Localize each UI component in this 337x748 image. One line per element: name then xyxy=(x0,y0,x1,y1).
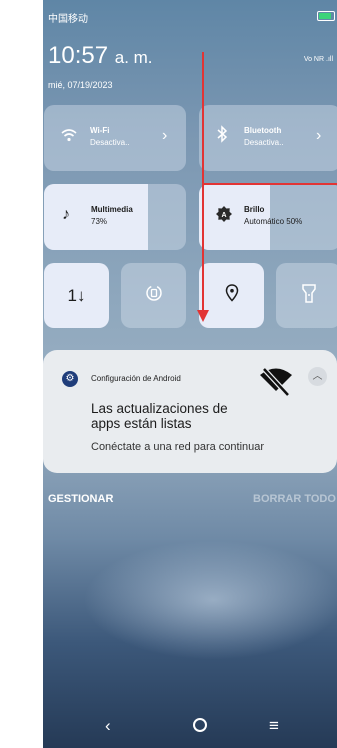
auto-rotate-toggle[interactable] xyxy=(121,263,186,328)
wifi-icon xyxy=(61,128,77,147)
brightness-tile[interactable]: A Brillo Automático 50% xyxy=(199,184,337,250)
notification-body: Conéctate a una red para continuar xyxy=(91,441,265,453)
chevron-right-icon[interactable]: › xyxy=(316,127,321,145)
notification-app-name: Configuración de Android xyxy=(91,374,181,383)
highlight-box-top xyxy=(202,183,337,185)
media-label: Multimedia xyxy=(91,205,133,214)
date-label: mié, 07/19/2023 xyxy=(48,80,113,90)
home-icon[interactable] xyxy=(193,718,207,732)
flashlight-toggle[interactable] xyxy=(276,263,337,328)
chevron-up-icon: ︿ xyxy=(312,371,323,382)
bluetooth-tile[interactable]: Bluetooth Desactiva.. › xyxy=(199,105,337,171)
back-icon[interactable]: ‹ xyxy=(105,716,111,736)
brightness-icon: A xyxy=(216,206,232,227)
wifi-state: Desactiva.. xyxy=(90,138,130,147)
brightness-label: Brillo xyxy=(244,205,265,214)
network-indicator: Vo NR .ıll xyxy=(304,56,333,63)
highlight-box-left xyxy=(202,183,204,250)
notification-title-line-1: Las actualizaciones de xyxy=(91,401,228,416)
recents-icon[interactable]: ≡ xyxy=(269,716,279,736)
wifi-tile[interactable]: Wi-Fi Desactiva.. › xyxy=(44,105,186,171)
notification-shade: 中国移动 10:57 a. m. mié, 07/19/2023 Vo NR .… xyxy=(43,0,337,748)
mobile-data-toggle[interactable]: 1↓ xyxy=(44,263,109,328)
bluetooth-icon xyxy=(216,125,228,148)
data-transfer-icon: 1↓ xyxy=(67,285,86,305)
manage-button[interactable]: GESTIONAR xyxy=(48,493,113,505)
flashlight-icon xyxy=(301,283,316,308)
chevron-right-icon[interactable]: › xyxy=(162,127,167,145)
notification-title: Las actualizaciones de apps están listas xyxy=(91,401,228,431)
gear-icon: ⚙ xyxy=(62,371,78,387)
network-label: Vo NR xyxy=(303,56,325,63)
clear-all-button[interactable]: BORRAR TODO xyxy=(253,493,336,505)
brightness-value: Automático 50% xyxy=(244,217,303,226)
svg-text:A: A xyxy=(221,212,226,219)
carrier-label: 中国移动 xyxy=(48,14,88,25)
signal-icon: .ıll xyxy=(326,56,333,63)
media-value: 73% xyxy=(91,217,108,226)
wallpaper-glow xyxy=(83,540,337,660)
swipe-arrow-head-icon xyxy=(197,310,209,322)
music-note-icon: ♪ xyxy=(62,206,70,223)
notification-title-line-2: apps están listas xyxy=(91,416,192,431)
bluetooth-state: Desactiva.. xyxy=(244,138,284,147)
media-volume-tile[interactable]: ♪ Multimedia 73% xyxy=(44,184,186,250)
collapse-notification-button[interactable]: ︿ xyxy=(308,367,327,386)
clock-ampm: a. m. xyxy=(114,48,153,67)
location-icon xyxy=(225,284,239,307)
wifi-off-icon xyxy=(258,365,294,404)
clock-time: 10:57 xyxy=(48,42,109,69)
rotation-icon xyxy=(145,284,163,307)
battery-icon xyxy=(317,11,335,21)
bluetooth-label: Bluetooth xyxy=(244,126,282,135)
wifi-label: Wi-Fi xyxy=(90,126,110,135)
clock[interactable]: 10:57 a. m. xyxy=(48,42,153,70)
